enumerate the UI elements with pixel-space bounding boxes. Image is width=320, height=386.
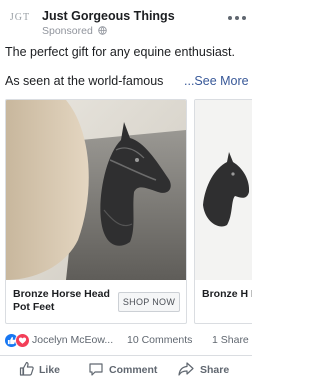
- more-icon[interactable]: [226, 13, 248, 23]
- see-more-link[interactable]: ...See More: [184, 74, 249, 88]
- comment-label: Comment: [109, 364, 158, 376]
- product-card[interactable]: Bronze H Head Pot: [194, 99, 252, 324]
- reactions-bar: Jocelyn McEow... 10 Comments 1 Share: [0, 330, 252, 350]
- comment-button[interactable]: Comment: [88, 361, 158, 379]
- love-reaction-icon[interactable]: [15, 333, 30, 348]
- post-header: JGT Just Gorgeous Things Sponsored: [0, 0, 252, 40]
- thumbs-up-icon: [19, 361, 34, 376]
- post-action-bar: Like Comment Share: [0, 355, 252, 383]
- product-image[interactable]: [195, 100, 252, 280]
- page-name[interactable]: Just Gorgeous Things: [42, 9, 175, 23]
- product-image[interactable]: [6, 100, 186, 280]
- sponsored-text: Sponsored: [42, 25, 93, 37]
- globe-icon: [97, 26, 107, 35]
- share-button[interactable]: Share: [178, 361, 238, 379]
- shares-count[interactable]: 1 Share: [212, 334, 249, 346]
- sponsored-label: Sponsored: [42, 25, 107, 37]
- product-card[interactable]: Bronze Horse Head Pot Feet SHOP NOW: [5, 99, 187, 324]
- product-title[interactable]: Bronze H Head Pot: [202, 288, 252, 301]
- comment-icon: [89, 363, 103, 376]
- page-avatar[interactable]: JGT: [5, 8, 35, 28]
- shop-now-button[interactable]: SHOP NOW: [118, 292, 180, 312]
- product-title[interactable]: Bronze Horse Head Pot Feet: [13, 288, 113, 314]
- comments-count[interactable]: 10 Comments: [127, 334, 192, 346]
- post-text-line-2: As seen at the world-famous: [5, 74, 164, 88]
- like-button[interactable]: Like: [19, 361, 69, 379]
- share-label: Share: [200, 364, 230, 376]
- like-label: Like: [39, 364, 61, 376]
- share-icon: [178, 362, 194, 376]
- post-text-line-1: The perfect gift for any equine enthusia…: [5, 45, 235, 59]
- product-carousel[interactable]: Bronze Horse Head Pot Feet SHOP NOW Bron…: [0, 99, 252, 324]
- reaction-names[interactable]: Jocelyn McEow...: [32, 334, 113, 346]
